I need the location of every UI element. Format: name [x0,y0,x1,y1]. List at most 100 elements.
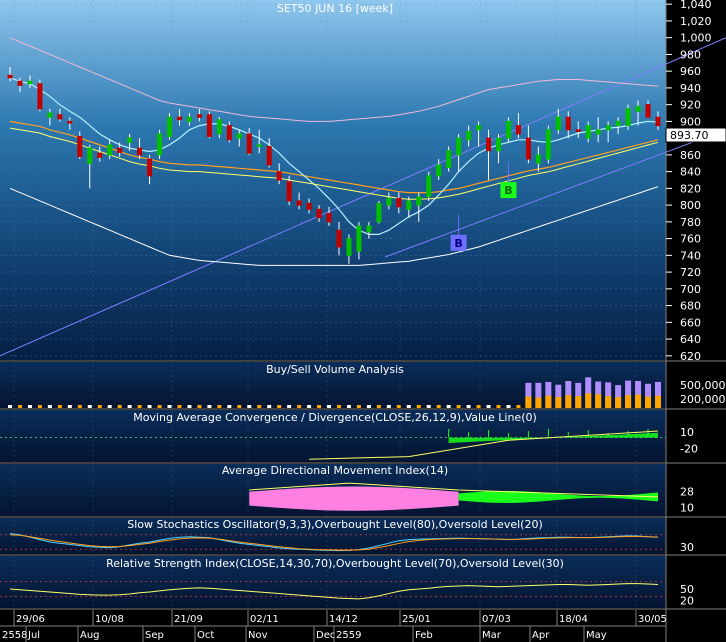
price-tick-label: 700 [680,283,701,296]
volume-bar-minor [336,405,341,408]
rsi-title: Relative Strength Index(CLOSE,14,30,70),… [106,557,564,570]
candle-body [336,229,342,248]
date-label: 21/09 [174,614,203,625]
volume-bar-minor [157,405,162,408]
month-label: Aug [80,630,100,641]
volume-buy-bar [545,395,552,408]
month-label: Dec [316,630,335,641]
month-label: Nov [248,630,268,641]
candle-body [147,158,153,177]
candle-body [87,147,93,164]
candle-body [306,202,312,210]
candle-body [107,144,113,156]
candle-body [346,238,352,256]
volume-buy-bar [645,396,652,408]
price-tick-label: 720 [680,266,701,279]
volume-buy-bar [635,394,642,408]
last-price-label: 893.70 [670,129,709,142]
volume-buy-bar [565,395,572,408]
candle-body [186,116,192,122]
price-tick-label: 940 [680,82,701,95]
month-label: Feb [415,630,433,641]
adx-title: Average Directional Movement Index(14) [222,464,448,477]
candle-body [436,164,442,177]
date-label: 10/08 [95,614,124,625]
candle-body [157,133,163,156]
volume-bar-minor [117,405,122,408]
volume-bar-minor [426,405,431,408]
volume-bar-minor [287,405,292,408]
price-tick-label: 920 [680,99,701,112]
candle-body [515,125,521,135]
volume-bar-minor [227,405,232,408]
macd-tick-label: 10 [680,426,694,439]
month-label: May [586,630,607,641]
candle-body [176,116,182,121]
price-tick-label: 740 [680,249,701,262]
volume-bar-minor [27,405,32,408]
candle-body [416,196,422,206]
month-label: Apr [532,630,550,641]
candle-body [117,147,123,153]
candle-body [296,200,302,206]
volume-bar-minor [237,405,242,408]
price-panel-bg [0,0,666,360]
volume-bar-minor [147,405,152,408]
volume-bar-minor [307,405,312,408]
volume-bar-minor [197,405,202,408]
volume-bar-minor [257,405,262,408]
adx-negative-area [249,486,459,511]
volume-bar-minor [366,405,371,408]
volume-bar-minor [87,405,92,408]
candle-body [635,105,641,112]
macd-tick-label: -20 [680,442,698,455]
candle-body [17,80,23,86]
volume-bar-minor [446,405,451,408]
candle-body [127,137,133,143]
candle-body [226,125,232,141]
volume-bar-minor [137,405,142,408]
candle-body [206,114,212,137]
volume-buy-bar [655,395,661,408]
volume-buy-bar [535,397,542,408]
candle-body [446,150,452,168]
candle-body [77,135,83,158]
candle-body [615,120,621,127]
candle-body [575,129,581,132]
price-tick-label: 1,000 [680,32,712,45]
candle-body [37,83,43,110]
price-tick-label: 980 [680,48,701,61]
volume-bar-minor [436,405,441,408]
candle-body [167,116,173,137]
volume-bar-minor [77,405,82,408]
price-tick-label: 820 [680,182,701,195]
price-tick-label: 1,020 [680,15,712,28]
date-label: 02/11 [250,614,279,625]
volume-bar-minor [476,405,481,408]
volume-buy-bar [605,396,612,408]
volume-tick-label: 500,000 [680,379,726,392]
candle-body [406,200,412,210]
volume-bar-minor [456,405,461,408]
volume-buy-bar [575,396,582,408]
volume-bar-minor [17,405,22,408]
candle-body [276,171,282,181]
volume-bar-minor [416,405,421,408]
candle-body [585,125,591,139]
volume-bar-minor [187,405,192,408]
volume-bar-minor [516,405,521,408]
volume-buy-bar [595,394,602,408]
date-label: 14/12 [329,614,358,625]
price-tick-label: 900 [680,115,701,128]
candle-body [545,129,551,160]
price-tick-label: 660 [680,316,701,329]
volume-bar-minor [346,405,351,408]
candle-body [47,112,53,118]
volume-bar-minor [8,405,12,408]
candle-body [286,181,292,202]
volume-bar-minor [267,405,272,408]
volume-bar-minor [376,405,381,408]
volume-bar-minor [496,405,501,408]
price-tick-label: 620 [680,350,701,363]
candle-body [625,108,631,127]
